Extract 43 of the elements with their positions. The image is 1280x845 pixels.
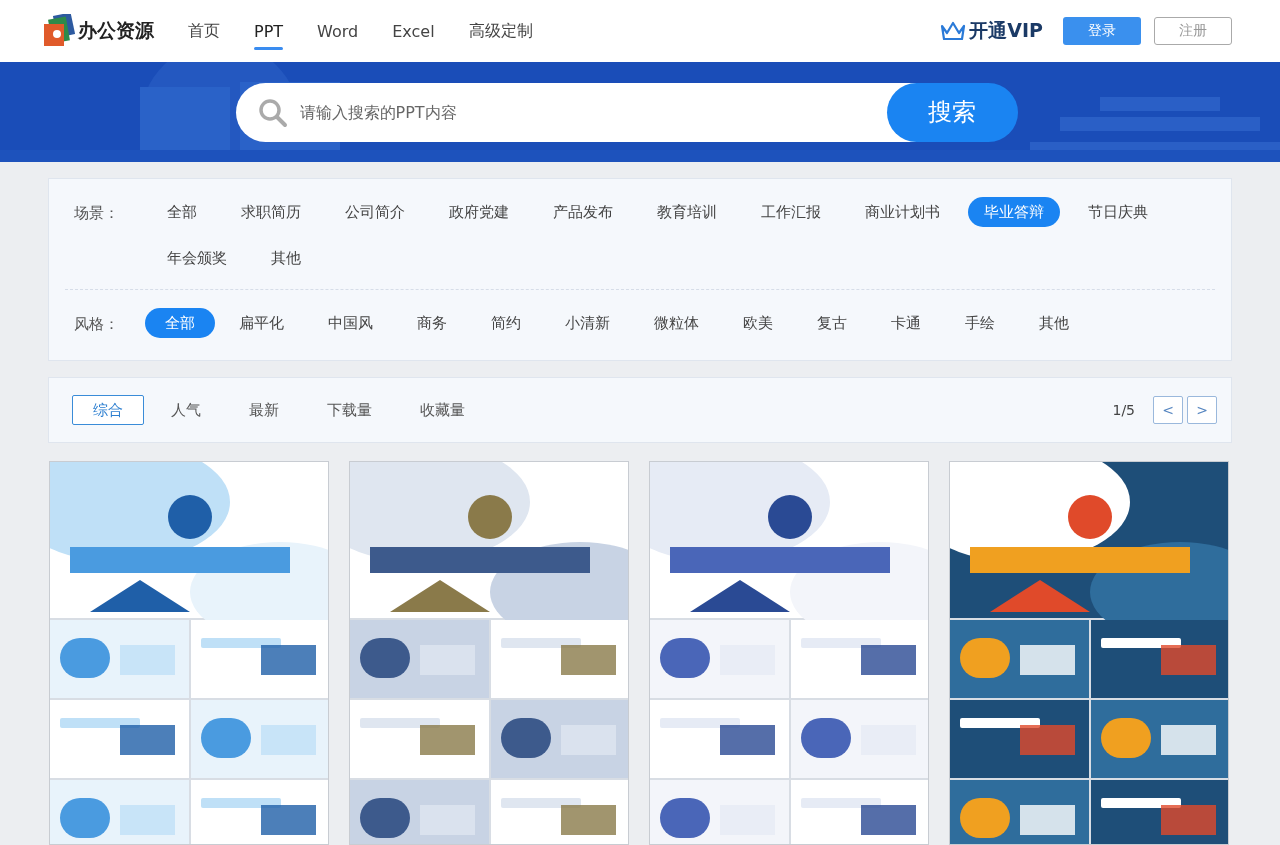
filter-option[interactable]: 公司简介 (329, 197, 421, 227)
filter-label: 风格： (74, 313, 120, 335)
nav-link[interactable]: Excel (392, 0, 435, 62)
filter-option[interactable]: 求职简历 (225, 197, 317, 227)
sort-tab[interactable]: 下载量 (306, 395, 393, 425)
nav-link[interactable]: 高级定制 (468, 0, 533, 62)
nav-link[interactable]: 首页 (188, 0, 220, 62)
next-page-button[interactable]: > (1187, 396, 1217, 424)
filter-option[interactable]: 政府党建 (433, 197, 525, 227)
crown-icon (939, 20, 968, 42)
sort-tab[interactable]: 人气 (150, 395, 222, 425)
filter-option[interactable]: 微粒体 (634, 308, 719, 338)
logo-text: 办公资源 (78, 18, 154, 43)
sort-tab[interactable]: 综合 (72, 395, 144, 425)
previous-page-button[interactable]: < (1153, 396, 1183, 424)
vip-link[interactable]: 开通VIP (969, 18, 1043, 44)
filter-option[interactable]: 扁平化 (219, 308, 304, 338)
filter-option[interactable]: 全部 (145, 308, 215, 338)
nav-link[interactable]: Word (317, 0, 359, 62)
filter-option[interactable]: 年会颁奖 (151, 243, 243, 273)
filter-option[interactable]: 教育培训 (641, 197, 733, 227)
filter-option[interactable]: 小清新 (545, 308, 630, 338)
filter-option[interactable]: 欧美 (723, 308, 793, 338)
filter-option[interactable]: 毕业答辩 (968, 197, 1060, 227)
filter-option[interactable]: 商务 (397, 308, 467, 338)
filter-label: 场景： (74, 202, 120, 224)
filter-option[interactable]: 中国风 (308, 308, 393, 338)
filter-option[interactable]: 节日庆典 (1072, 197, 1164, 227)
filter-option[interactable]: 手绘 (945, 308, 1015, 338)
nav-link[interactable]: PPT (254, 0, 284, 62)
filter-option[interactable]: 其他 (1019, 308, 1089, 338)
filter-option[interactable]: 卡通 (871, 308, 941, 338)
filter-option[interactable]: 产品发布 (537, 197, 629, 227)
filter-option[interactable]: 全部 (151, 197, 213, 227)
sort-tab[interactable]: 最新 (228, 395, 300, 425)
filter-option[interactable]: 简约 (471, 308, 541, 338)
filter-option[interactable]: 工作汇报 (745, 197, 837, 227)
sort-tab[interactable]: 收藏量 (399, 395, 486, 425)
logo-icon (43, 14, 75, 48)
filter-option[interactable]: 商业计划书 (849, 197, 956, 227)
filter-option[interactable]: 其他 (255, 243, 317, 273)
filter-option[interactable]: 复古 (797, 308, 867, 338)
page-indicator: 1/5 (1112, 402, 1135, 418)
